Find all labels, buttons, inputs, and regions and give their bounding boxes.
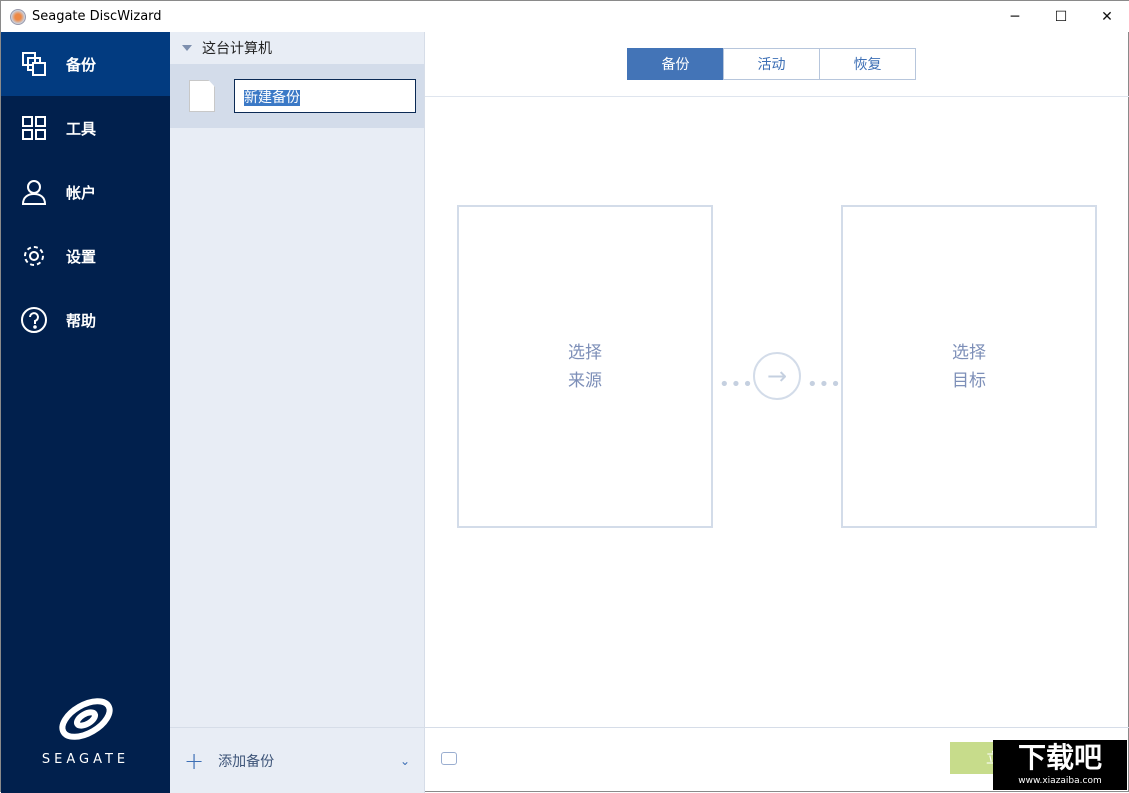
- tree-header[interactable]: 这台计算机: [170, 32, 424, 64]
- sidebar-item-label: 帐户: [66, 183, 97, 202]
- watermark: 下载吧 www.xiazaiba.com: [993, 740, 1127, 790]
- backup-list-panel: 这台计算机 新建备份 + 添加备份 ⌄: [170, 32, 425, 793]
- tab-bar: 备份 活动 恢复: [627, 48, 916, 80]
- minimize-button[interactable]: ─: [992, 1, 1038, 32]
- add-backup-button[interactable]: + 添加备份 ⌄: [170, 727, 424, 793]
- dots-icon: •••: [719, 374, 754, 395]
- sidebar-item-backup[interactable]: 备份: [1, 32, 170, 96]
- tools-grid-icon: [20, 114, 48, 142]
- watermark-text: 下载吧: [1017, 741, 1102, 774]
- divider: [425, 96, 1129, 97]
- sidebar-item-label: 帮助: [66, 311, 97, 330]
- source-label-line2: 来源: [568, 370, 602, 391]
- tab-recovery[interactable]: 恢复: [819, 48, 916, 80]
- select-source-box[interactable]: 选择 来源: [457, 205, 713, 528]
- tab-backup[interactable]: 备份: [627, 48, 724, 80]
- backup-icon: [20, 50, 48, 78]
- app-icon: [10, 8, 26, 25]
- help-icon: [20, 306, 48, 334]
- logo-text: SEAGATE: [41, 752, 130, 767]
- comment-icon[interactable]: [441, 752, 457, 765]
- gear-icon: [20, 242, 48, 270]
- backup-name-value: 新建备份: [244, 90, 300, 106]
- window-title: Seagate DiscWizard: [32, 9, 162, 24]
- target-label-line2: 目标: [952, 370, 986, 391]
- tab-activity[interactable]: 活动: [723, 48, 820, 80]
- file-icon: [189, 80, 215, 112]
- sidebar-item-label: 备份: [66, 55, 97, 74]
- dots-icon: •••: [807, 374, 842, 395]
- maximize-button[interactable]: ☐: [1038, 1, 1084, 32]
- select-target-box[interactable]: 选择 目标: [841, 205, 1097, 528]
- collapse-triangle-icon[interactable]: [182, 45, 192, 51]
- backup-name-input[interactable]: 新建备份: [234, 79, 416, 113]
- sidebar-item-help[interactable]: 帮助: [1, 288, 170, 352]
- watermark-url: www.xiazaiba.com: [1018, 776, 1102, 786]
- source-label-line1: 选择: [568, 342, 602, 363]
- sidebar-item-tools[interactable]: 工具: [1, 96, 170, 160]
- sidebar-item-account[interactable]: 帐户: [1, 160, 170, 224]
- title-bar: Seagate DiscWizard ─ ☐ ✕: [1, 1, 1129, 32]
- backup-list-item[interactable]: 新建备份: [170, 64, 424, 128]
- add-backup-label: 添加备份: [218, 753, 275, 770]
- close-button[interactable]: ✕: [1084, 1, 1129, 32]
- main-area: 备份 活动 恢复 选择 来源 ••• → ••• 选择 目标 立即备份: [425, 32, 1129, 793]
- arrow-right-icon: →: [753, 352, 801, 400]
- sidebar-item-label: 设置: [66, 247, 97, 266]
- tree-header-label: 这台计算机: [202, 41, 272, 57]
- seagate-logo: SEAGATE: [1, 694, 170, 767]
- target-label-line1: 选择: [952, 342, 986, 363]
- account-icon: [20, 178, 48, 206]
- sidebar: 备份 工具 帐户 设置 帮助 SEAGATE: [1, 32, 170, 793]
- plus-icon: +: [184, 746, 205, 775]
- sidebar-item-label: 工具: [66, 119, 97, 138]
- sidebar-item-settings[interactable]: 设置: [1, 224, 170, 288]
- chevron-down-icon[interactable]: ⌄: [400, 754, 410, 768]
